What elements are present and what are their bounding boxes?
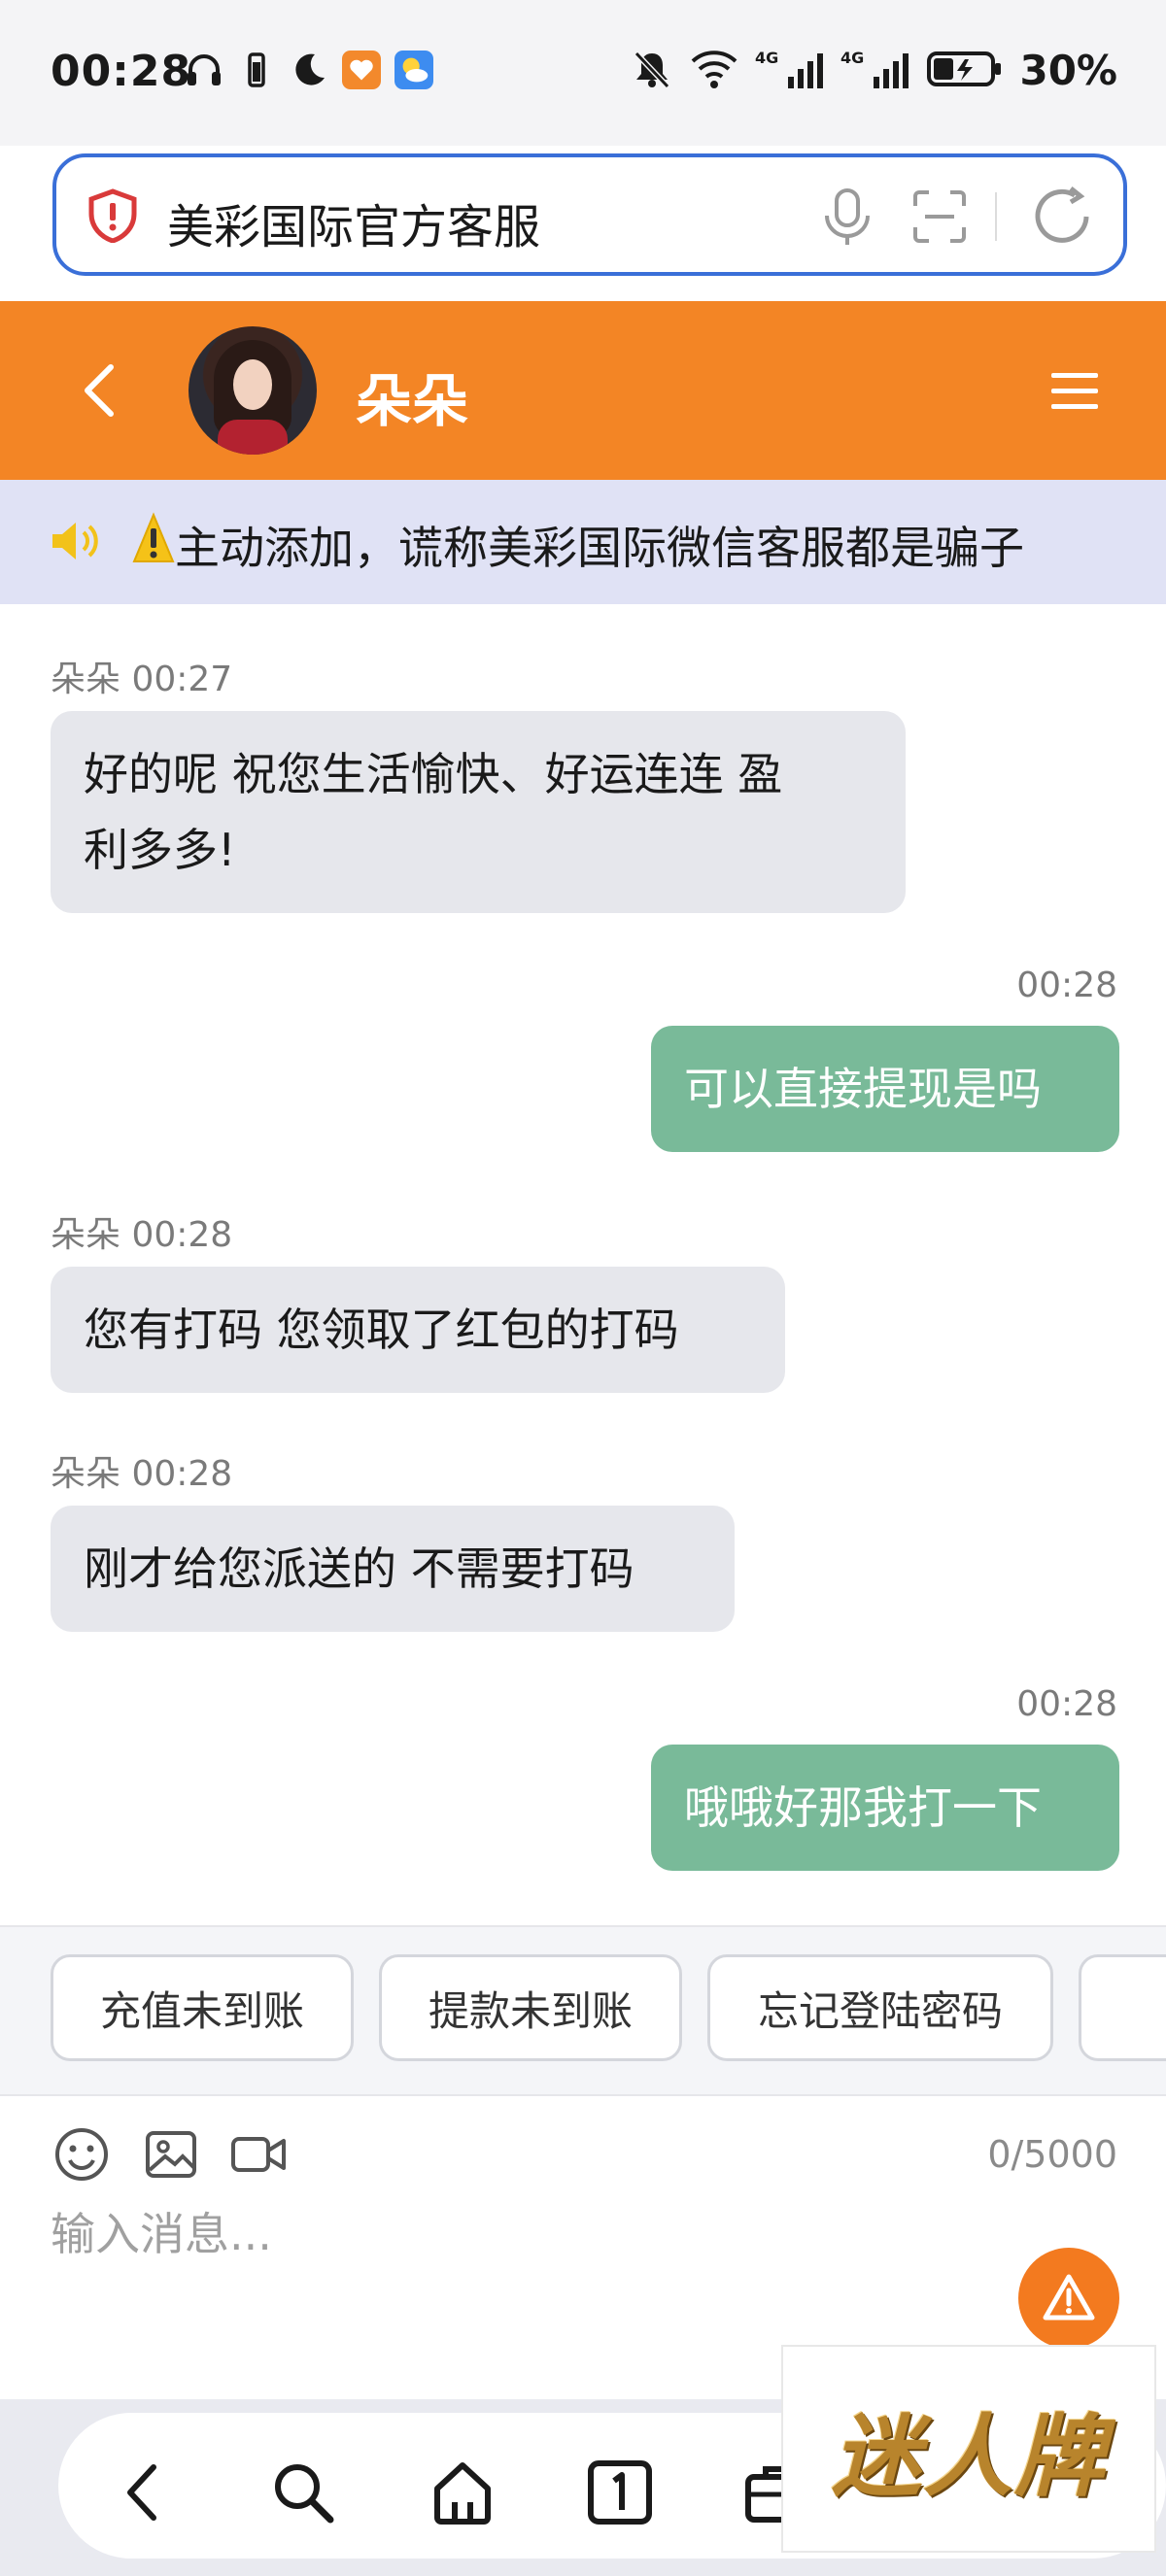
avatar[interactable] [189,326,317,455]
back-icon[interactable] [80,361,119,420]
speaker-icon [49,517,101,565]
agent-name: 朵朵 [356,368,469,434]
shield-icon[interactable] [87,188,138,244]
alert-button[interactable] [1018,2248,1119,2349]
message-input[interactable] [51,2195,925,2273]
message-line: 您有打码 您领取了红包的打码 [84,1304,679,1356]
message-bubble-agent[interactable]: 您有打码 您领取了红包的打码 [51,1267,785,1393]
chat-header: 朵朵 [0,301,1166,480]
status-right-icons: 4G 4G 30% [631,47,1117,94]
quick-reply-button[interactable]: 忘记登陆密码 [707,1954,1053,2061]
refresh-icon[interactable] [1028,183,1096,251]
message-meta: 00:28 [1016,1684,1117,1724]
alert-icon [1043,2274,1095,2321]
url-divider [995,192,997,241]
message-line: 哦哦好那我打一下 [684,1781,1042,1834]
tabs-icon[interactable] [585,2457,655,2527]
watermark: 迷人牌 [781,2345,1156,2553]
message-line: 好的呢 祝您生活愉快、好运连连 盈 [84,748,783,800]
quick-reply-button[interactable]: 充值未到账 [51,1954,354,2061]
warning-icon [132,509,175,567]
char-counter: 0/5000 [987,2133,1117,2176]
wifi-icon [689,48,739,94]
video-icon[interactable] [229,2125,288,2184]
status-left-icons [185,51,433,89]
mic-icon[interactable] [818,186,876,249]
quick-replies: 充值未到账 提款未到账 忘记登陆密码 [0,1925,1166,2096]
headphones-icon [185,51,223,89]
weather-icon [394,51,433,89]
message-bubble-agent[interactable]: 好的呢 祝您生活愉快、好运连连 盈 利多多! [51,711,906,913]
home-icon[interactable] [428,2457,497,2527]
chat-area[interactable]: 朵朵 00:27 好的呢 祝您生活愉快、好运连连 盈 利多多! 00:28 可以… [0,604,1166,1925]
menu-icon[interactable] [1049,369,1100,412]
svg-text:4G: 4G [840,49,864,67]
mute-icon [631,48,673,94]
message-bubble-user[interactable]: 哦哦好那我打一下 [651,1745,1119,1871]
emoji-icon[interactable] [52,2125,111,2184]
battery-percent: 30% [1019,47,1117,94]
quick-reply-button-partial[interactable] [1079,1954,1166,2061]
status-time: 00:28 [51,47,192,96]
message-bubble-user[interactable]: 可以直接提现是吗 [651,1026,1119,1152]
message-line: 刚才给您派送的 不需要打码 [84,1542,634,1595]
quick-reply-button[interactable]: 提款未到账 [379,1954,682,2061]
message-meta: 朵朵 00:27 [51,660,233,699]
signal-icon-2: 4G [840,48,910,94]
message-line: 利多多! [84,824,236,876]
moon-icon [290,51,328,89]
app-heart-icon [342,51,381,89]
message-meta: 00:28 [1016,966,1117,1005]
message-bubble-agent[interactable]: 刚才给您派送的 不需要打码 [51,1506,735,1632]
status-bar: 00:28 4G 4G 30% [0,0,1166,146]
scan-icon[interactable] [911,188,968,245]
battery-icon [926,48,1004,94]
message-line: 可以直接提现是吗 [684,1063,1042,1115]
message-meta: 朵朵 00:28 [51,1215,233,1255]
message-meta: 朵朵 00:28 [51,1454,233,1494]
url-bar[interactable]: 美彩国际官方客服 [52,153,1127,276]
watermark-text: 迷人牌 [831,2403,1106,2509]
notice-text: 主动添加，谎称美彩国际微信客服都是骗子 [175,522,1024,574]
notice-bar: 主动添加，谎称美彩国际微信客服都是骗子 [0,480,1166,604]
url-text[interactable]: 美彩国际官方客服 [167,188,540,256]
image-icon[interactable] [142,2125,200,2184]
svg-text:4G: 4G [755,49,778,67]
back-icon[interactable] [111,2457,181,2527]
search-icon[interactable] [268,2457,338,2527]
vibrate-icon [237,51,276,89]
signal-icon: 4G [755,48,825,94]
